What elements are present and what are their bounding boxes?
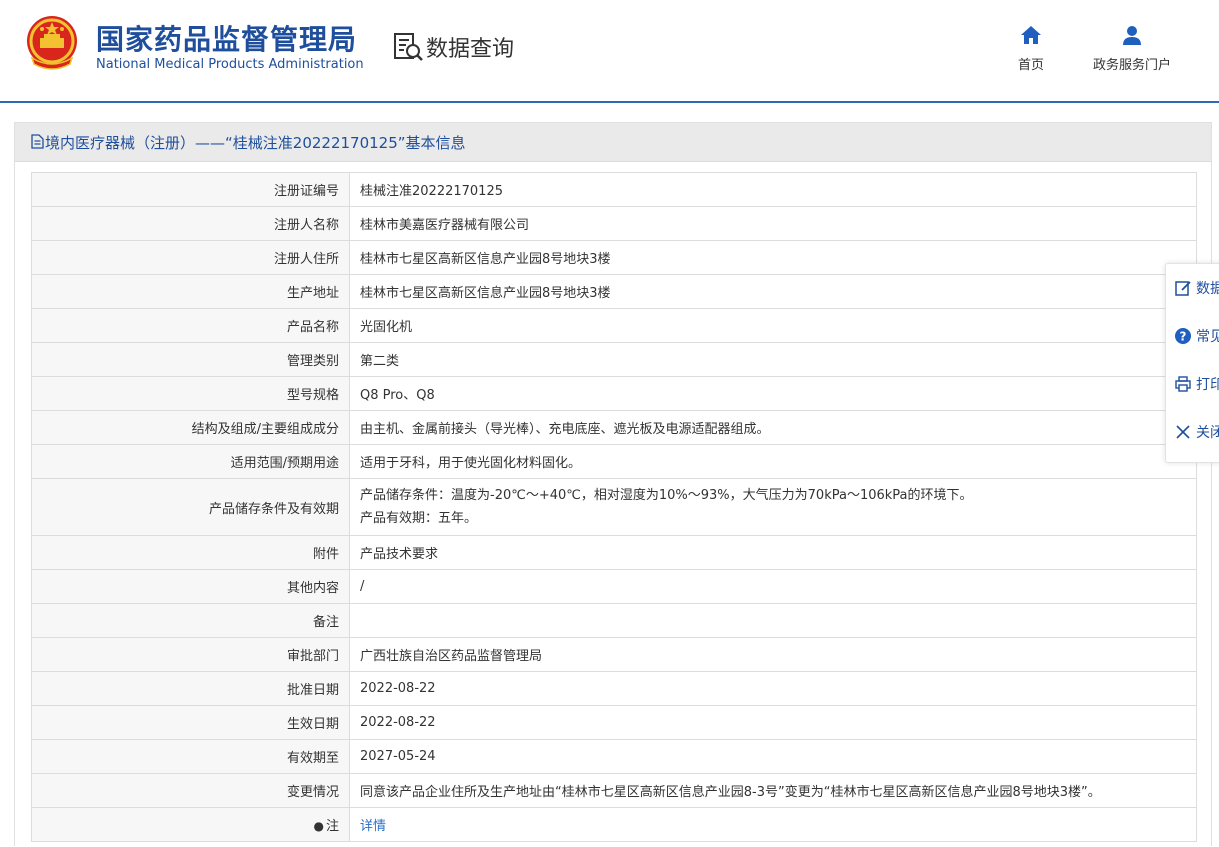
row-value: 2022-08-22 (349, 705, 1197, 740)
row-label-note: ● 注 (31, 807, 350, 842)
row-label: 注册人名称 (31, 206, 350, 241)
nav-home-label: 首页 (1017, 58, 1044, 73)
row-label: 注册人住所 (31, 240, 350, 275)
row-label: 型号规格 (31, 376, 350, 411)
storage-conditions-text: 产品储存条件：温度为-20℃～+40℃，相对湿度为10%～93%，大气压力为70… (360, 488, 973, 503)
nav-home-link[interactable]: 首页 (1010, 24, 1052, 73)
row-value: 同意该产品企业住所及生产地址由“桂林市七星区高新区信息产业园8-3号”变更为“桂… (349, 773, 1197, 808)
detail-panel: 境内医疗器械（注册）——“桂械注准20222170125”基本信息 注册证编号 … (14, 122, 1212, 847)
row-label: 产品储存条件及有效期 (31, 478, 350, 536)
national-emblem-icon[interactable] (24, 14, 80, 72)
row-label: 生产地址 (31, 274, 350, 309)
float-faq-button[interactable]: ? 常见 (1174, 326, 1219, 350)
note-label: 注 (325, 819, 339, 834)
edit-icon (1175, 281, 1191, 296)
table-row: 适用范围/预期用途 适用于牙科，用于使光固化材料固化。 (31, 444, 1197, 479)
floating-toolbar: 数据 ? 常见 打印 关闭 (1165, 263, 1219, 463)
row-label: 审批部门 (31, 637, 350, 672)
table-row: 审批部门 广西壮族自治区药品监督管理局 (31, 637, 1197, 672)
table-row: 注册人名称 桂林市美嘉医疗器械有限公司 (31, 206, 1197, 241)
row-value: 桂林市七星区高新区信息产业园8号地块3楼 (349, 240, 1197, 275)
table-row: 备注 (31, 603, 1197, 638)
row-value: 详情 (349, 807, 1197, 842)
question-icon: ? (1175, 328, 1191, 344)
float-print-label: 打印 (1196, 377, 1219, 393)
site-header: 国家药品监督管理局 National Medical Products Admi… (0, 0, 1219, 103)
table-row: 批准日期 2022-08-22 (31, 671, 1197, 706)
svg-text:?: ? (1180, 330, 1187, 344)
float-data-button[interactable]: 数据 (1174, 278, 1219, 302)
site-logo-title[interactable]: 国家药品监督管理局 (96, 18, 357, 58)
nav-portal-label: 政务服务门户 (1092, 58, 1171, 73)
table-row: ● 注 详情 (31, 807, 1197, 842)
table-row: 有效期至 2027-05-24 (31, 739, 1197, 774)
row-label: 附件 (31, 535, 350, 570)
close-icon (1176, 425, 1190, 439)
row-value: 产品储存条件：温度为-20℃～+40℃，相对湿度为10%～93%，大气压力为70… (349, 478, 1197, 536)
row-value: 桂林市七星区高新区信息产业园8号地块3楼 (349, 274, 1197, 309)
row-value: 由主机、金属前接头（导光棒）、充电底座、遮光板及电源适配器组成。 (349, 410, 1197, 445)
row-label: 生效日期 (31, 705, 350, 740)
row-label: 批准日期 (31, 671, 350, 706)
row-value: 第二类 (349, 342, 1197, 377)
row-label: 结构及组成/主要组成成分 (31, 410, 350, 445)
user-icon (1123, 26, 1141, 45)
table-row: 注册证编号 桂械注准20222170125 (31, 172, 1197, 207)
row-value: 桂林市美嘉医疗器械有限公司 (349, 206, 1197, 241)
row-value: 2027-05-24 (349, 739, 1197, 774)
table-row: 产品名称 光固化机 (31, 308, 1197, 343)
row-label: 适用范围/预期用途 (31, 444, 350, 479)
row-label: 变更情况 (31, 773, 350, 808)
print-icon (1175, 376, 1191, 392)
page-section-title: 数据查询 (426, 37, 515, 62)
float-data-label: 数据 (1196, 281, 1219, 297)
row-value: 桂械注准20222170125 (349, 172, 1197, 207)
panel-title: 境内医疗器械（注册）——“桂械注准20222170125”基本信息 (45, 134, 466, 152)
table-row: 附件 产品技术要求 (31, 535, 1197, 570)
float-print-button[interactable]: 打印 (1174, 374, 1219, 398)
document-search-icon (394, 33, 423, 61)
table-row: 产品储存条件及有效期 产品储存条件：温度为-20℃～+40℃，相对湿度为10%～… (31, 478, 1197, 536)
row-value: 光固化机 (349, 308, 1197, 343)
table-row: 结构及组成/主要组成成分 由主机、金属前接头（导光棒）、充电底座、遮光板及电源适… (31, 410, 1197, 445)
document-icon (31, 134, 44, 149)
row-value: Q8 Pro、Q8 (349, 376, 1197, 411)
row-value: 广西壮族自治区药品监督管理局 (349, 637, 1197, 672)
row-value (349, 603, 1197, 638)
row-value: 适用于牙科，用于使光固化材料固化。 (349, 444, 1197, 479)
row-value: / (349, 569, 1197, 604)
info-table: 注册证编号 桂械注准20222170125 注册人名称 桂林市美嘉医疗器械有限公… (31, 172, 1197, 842)
header-divider (0, 101, 1219, 103)
table-row: 注册人住所 桂林市七星区高新区信息产业园8号地块3楼 (31, 240, 1197, 275)
table-row: 型号规格 Q8 Pro、Q8 (31, 376, 1197, 411)
panel-header: 境内医疗器械（注册）——“桂械注准20222170125”基本信息 (15, 123, 1211, 162)
nav-portal-link[interactable]: 政务服务门户 (1084, 24, 1180, 73)
row-value: 2022-08-22 (349, 671, 1197, 706)
home-icon (1021, 26, 1041, 44)
row-value: 产品技术要求 (349, 535, 1197, 570)
table-row: 生效日期 2022-08-22 (31, 705, 1197, 740)
table-row: 管理类别 第二类 (31, 342, 1197, 377)
float-close-button[interactable]: 关闭 (1174, 422, 1219, 446)
row-label: 注册证编号 (31, 172, 350, 207)
shelf-life-text: 产品有效期：五年。 (360, 511, 478, 526)
site-logo-subtitle[interactable]: National Medical Products Administration (96, 57, 364, 72)
panel-body: 注册证编号 桂械注准20222170125 注册人名称 桂林市美嘉医疗器械有限公… (15, 162, 1211, 847)
row-label: 产品名称 (31, 308, 350, 343)
table-row: 生产地址 桂林市七星区高新区信息产业园8号地块3楼 (31, 274, 1197, 309)
table-row: 其他内容 / (31, 569, 1197, 604)
row-label: 管理类别 (31, 342, 350, 377)
row-label: 备注 (31, 603, 350, 638)
row-label: 有效期至 (31, 739, 350, 774)
float-faq-label: 常见 (1196, 329, 1219, 345)
pin-icon: ● (313, 819, 324, 833)
details-link[interactable]: 详情 (360, 819, 386, 834)
table-row: 变更情况 同意该产品企业住所及生产地址由“桂林市七星区高新区信息产业园8-3号”… (31, 773, 1197, 808)
float-close-label: 关闭 (1196, 425, 1219, 441)
row-label: 其他内容 (31, 569, 350, 604)
